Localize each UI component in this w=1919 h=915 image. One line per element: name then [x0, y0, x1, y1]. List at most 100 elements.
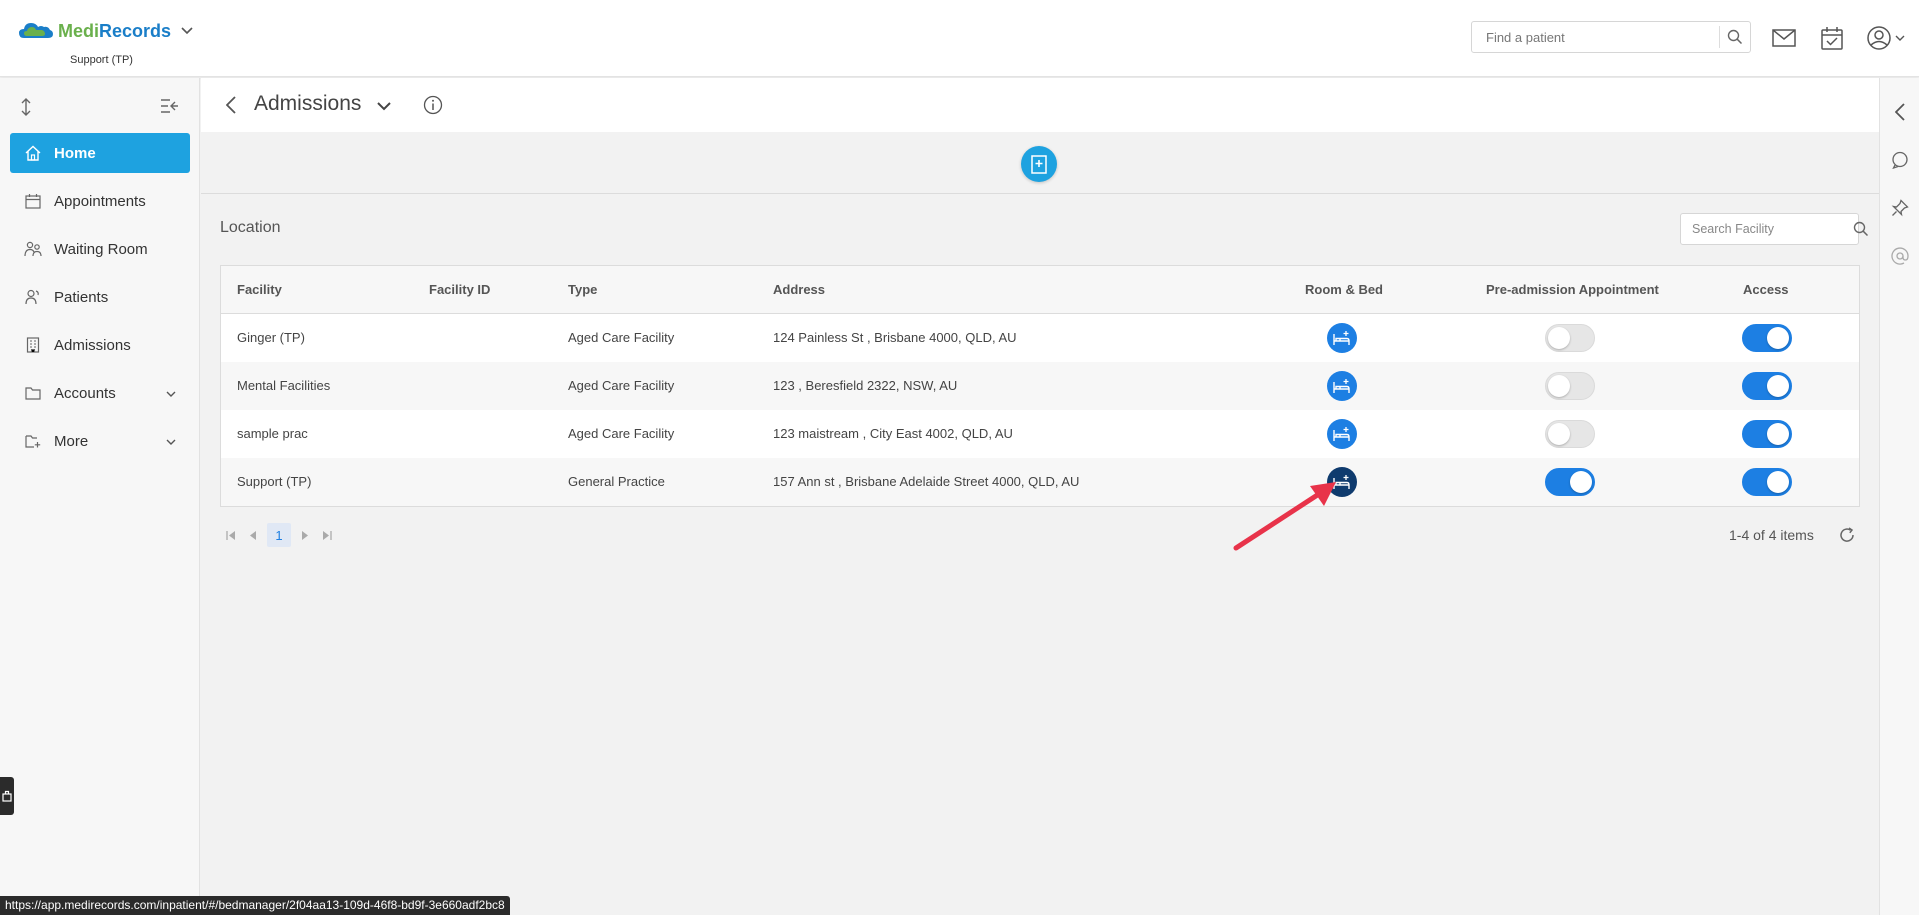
facility-type: General Practice — [568, 474, 665, 489]
resize-vertical-icon[interactable] — [20, 98, 32, 121]
logo-text: MediRecords — [58, 20, 172, 41]
bed-add-icon — [1333, 379, 1350, 393]
sidebar-item-waiting-room[interactable]: Waiting Room — [10, 229, 190, 269]
toggle-knob — [1767, 471, 1789, 493]
add-facility-button[interactable] — [1021, 146, 1057, 182]
sidebar-item-appointments[interactable]: Appointments — [10, 181, 190, 221]
patient-search — [1471, 21, 1751, 53]
pager-info: 1-4 of 4 items — [1729, 527, 1814, 543]
sidebar-item-home[interactable]: Home — [10, 133, 190, 173]
chevron-down-icon[interactable] — [181, 24, 193, 38]
bed-add-icon — [1333, 427, 1350, 441]
toggle-knob — [1548, 375, 1570, 397]
search-icon[interactable] — [1853, 214, 1869, 244]
chevron-down-icon[interactable] — [166, 433, 176, 450]
toggle-knob — [1548, 327, 1570, 349]
building-icon — [24, 336, 42, 354]
cloud-logo-icon — [18, 20, 54, 42]
room-bed-button[interactable] — [1327, 371, 1357, 401]
access-toggle[interactable] — [1742, 420, 1792, 448]
preadmission-toggle[interactable] — [1545, 324, 1595, 352]
facility-search — [1680, 213, 1869, 245]
access-toggle[interactable] — [1742, 468, 1792, 496]
bed-add-icon — [1333, 475, 1350, 489]
facility-name: sample prac — [237, 426, 308, 441]
sidebar-tools — [0, 78, 200, 130]
facility-type: Aged Care Facility — [568, 330, 675, 345]
column-header[interactable]: Type — [568, 282, 597, 297]
sidebar-item-label: Admissions — [54, 336, 131, 354]
preadmission-toggle[interactable] — [1545, 372, 1595, 400]
bed-add-icon — [1333, 331, 1350, 345]
folder-icon — [24, 384, 42, 402]
facility-address: 123 , Beresfield 2322, NSW, AU — [773, 378, 958, 393]
page-number[interactable]: 1 — [267, 523, 291, 547]
toggle-knob — [1548, 423, 1570, 445]
pagination: 1 — [220, 523, 338, 547]
app-logo[interactable]: MediRecords — [18, 20, 193, 42]
sidebar-item-label: Appointments — [54, 192, 146, 210]
table-row: sample prac Aged Care Facility 123 maist… — [221, 410, 1859, 458]
org-name: Support (TP) — [70, 54, 133, 66]
sidebar-item-label: Waiting Room — [54, 240, 148, 258]
expand-panel-icon[interactable] — [1890, 102, 1910, 122]
chevron-down-icon[interactable] — [166, 385, 176, 402]
first-page-icon[interactable] — [220, 524, 242, 546]
collapse-sidebar-icon[interactable] — [160, 98, 180, 119]
pin-icon[interactable] — [1890, 198, 1910, 218]
sidebar-item-admissions[interactable]: Admissions — [10, 325, 190, 365]
sidebar-item-label: Home — [54, 144, 96, 162]
facility-name: Mental Facilities — [237, 378, 331, 393]
at-mention-icon[interactable] — [1890, 246, 1910, 266]
hospital-add-icon — [1031, 155, 1047, 174]
patient-search-input[interactable] — [1472, 22, 1719, 52]
facility-address: 157 Ann st , Brisbane Adelaide Street 40… — [773, 474, 1080, 489]
sidebar-item-label: Patients — [54, 288, 109, 306]
mail-icon[interactable] — [1770, 24, 1798, 52]
access-toggle[interactable] — [1742, 372, 1792, 400]
next-page-icon[interactable] — [294, 524, 316, 546]
chat-icon[interactable] — [1890, 150, 1910, 170]
sidebar-item-label: More — [54, 432, 89, 450]
calendar-check-icon[interactable] — [1818, 24, 1846, 52]
facility-address: 124 Painless St , Brisbane 4000, QLD, AU — [773, 330, 1017, 345]
section-title: Location — [220, 219, 281, 236]
back-arrow-icon[interactable] — [221, 94, 241, 116]
column-header[interactable]: Pre-admission Appointment — [1486, 282, 1659, 297]
sidebar-item-accounts[interactable]: Accounts — [10, 373, 190, 413]
prev-page-icon[interactable] — [242, 524, 264, 546]
column-header[interactable]: Address — [773, 282, 825, 297]
sidebar-item-more[interactable]: More — [10, 421, 190, 461]
preadmission-toggle[interactable] — [1545, 420, 1595, 448]
column-header[interactable]: Facility — [237, 282, 282, 297]
column-header[interactable]: Room & Bed — [1305, 282, 1383, 297]
facility-name: Ginger (TP) — [237, 330, 305, 345]
folder-plus-icon — [24, 432, 42, 450]
toggle-knob — [1767, 327, 1789, 349]
page-header: Admissions — [201, 78, 1879, 132]
access-toggle[interactable] — [1742, 324, 1792, 352]
page-title: Admissions — [254, 92, 362, 115]
calendar-icon — [24, 192, 42, 210]
side-tab-icon[interactable] — [0, 777, 14, 815]
column-header[interactable]: Facility ID — [429, 282, 490, 297]
people-icon — [24, 240, 42, 258]
room-bed-button[interactable] — [1327, 419, 1357, 449]
column-header[interactable]: Access — [1743, 282, 1789, 297]
top-header: MediRecords Support (TP) — [0, 0, 1919, 77]
chevron-down-icon[interactable] — [377, 98, 391, 116]
facility-table: Facility Facility ID Type Address Room &… — [220, 265, 1860, 507]
last-page-icon[interactable] — [316, 524, 338, 546]
toggle-knob — [1767, 423, 1789, 445]
refresh-icon[interactable] — [1838, 526, 1856, 549]
table-row: Mental Facilities Aged Care Facility 123… — [221, 362, 1859, 410]
search-icon[interactable] — [1720, 22, 1750, 52]
info-icon[interactable] — [423, 95, 443, 120]
sidebar-item-patients[interactable]: Patients — [10, 277, 190, 317]
user-account-icon[interactable] — [1864, 24, 1908, 52]
toggle-knob — [1767, 375, 1789, 397]
facility-search-input[interactable] — [1681, 214, 1853, 244]
room-bed-button[interactable] — [1327, 323, 1357, 353]
room-bed-button[interactable] — [1327, 467, 1357, 497]
preadmission-toggle[interactable] — [1545, 468, 1595, 496]
